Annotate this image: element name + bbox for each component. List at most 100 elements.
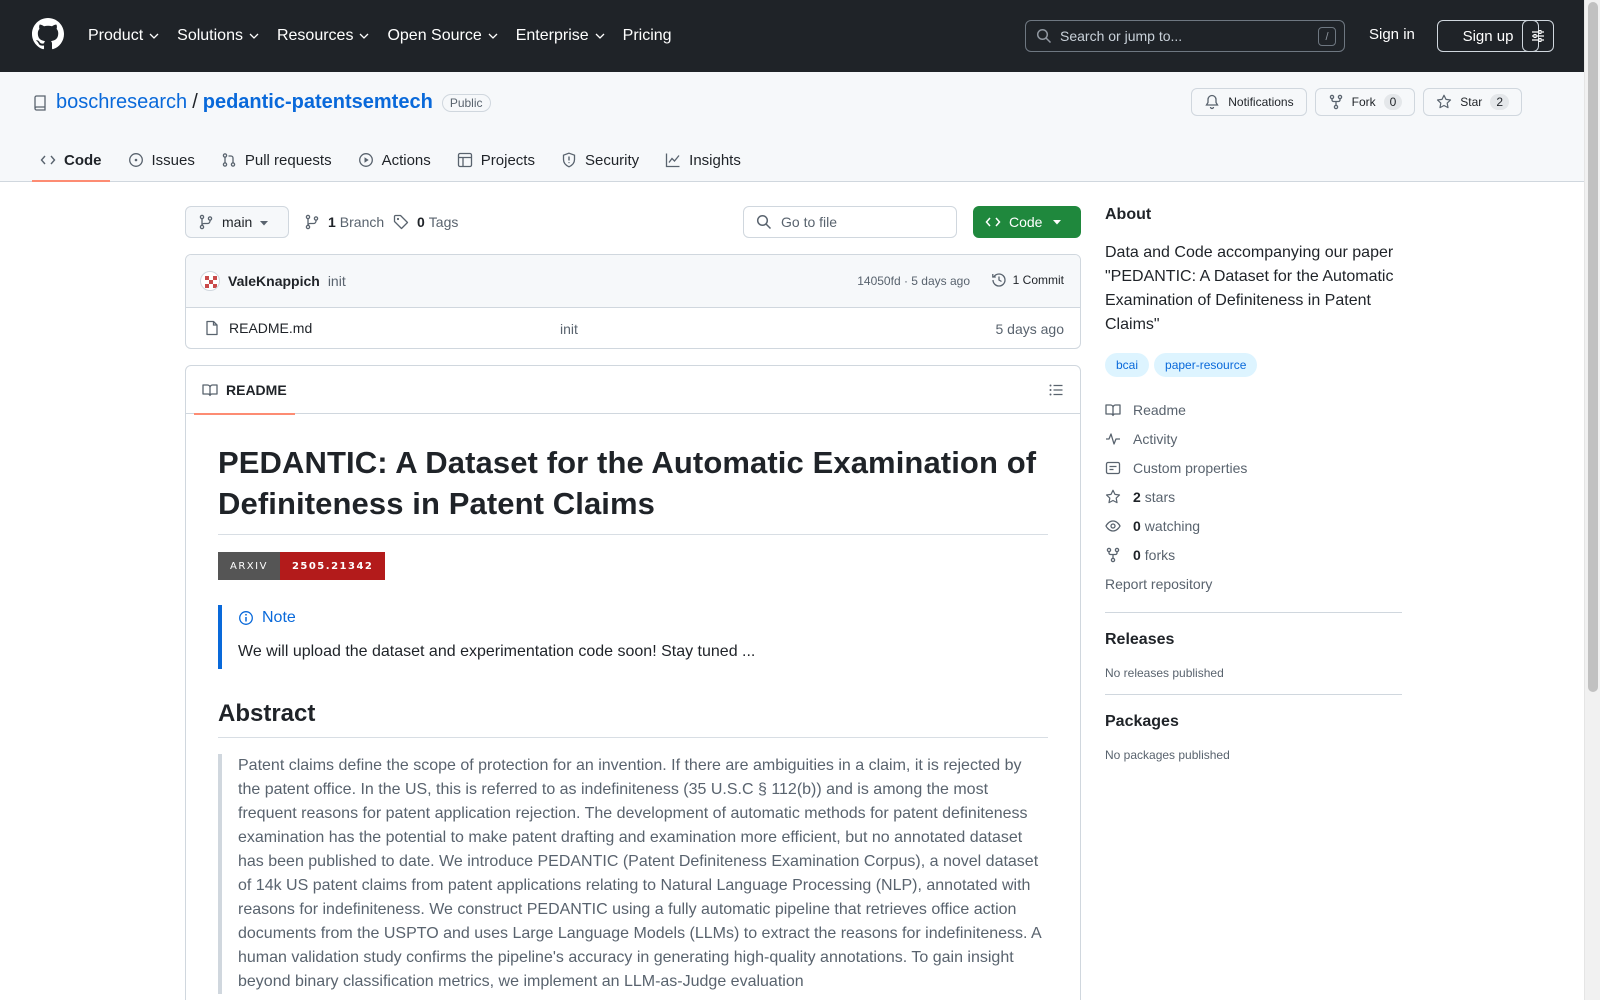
visibility-badge: Public bbox=[441, 93, 491, 112]
nav-pricing[interactable]: Pricing bbox=[623, 27, 672, 45]
search-input[interactable]: Search or jump to... / bbox=[1025, 20, 1345, 52]
nav-enterprise[interactable]: Enterprise bbox=[516, 27, 606, 45]
issue-icon bbox=[128, 153, 143, 167]
code-icon bbox=[40, 155, 56, 165]
packages-heading[interactable]: Packages bbox=[1105, 713, 1402, 731]
fork-icon bbox=[1329, 94, 1342, 110]
go-to-file-input[interactable]: Go to file bbox=[743, 206, 957, 238]
branches-label: Branch bbox=[339, 214, 385, 230]
top-nav: Product Solutions Resources Open Source … bbox=[88, 0, 689, 72]
list-unordered-icon[interactable] bbox=[1048, 382, 1064, 398]
readme-tab[interactable]: README bbox=[194, 366, 295, 415]
fork-button[interactable]: Fork 0 bbox=[1314, 88, 1416, 116]
code-button-label: Code bbox=[1009, 214, 1043, 230]
readme-header: README bbox=[186, 366, 1080, 415]
readme-panel: README PEDANTIC: A Dataset for the Autom… bbox=[185, 365, 1081, 1000]
tab-projects-label: Projects bbox=[480, 151, 535, 169]
notifications-button[interactable]: Notifications bbox=[1191, 88, 1307, 116]
readme-link[interactable]: Readme bbox=[1105, 395, 1402, 424]
watching-link[interactable]: 0 watching bbox=[1105, 511, 1402, 540]
search-shortcut-key: / bbox=[1318, 27, 1336, 46]
tags-link[interactable]: 0 Tags bbox=[393, 214, 458, 230]
nav-resources[interactable]: Resources bbox=[277, 27, 370, 45]
info-icon bbox=[239, 611, 253, 625]
chevron-down-icon bbox=[359, 33, 369, 39]
branch-select-button[interactable]: main bbox=[185, 206, 289, 238]
sliders-icon bbox=[1532, 30, 1544, 42]
tab-code[interactable]: Code bbox=[32, 141, 110, 182]
note-callout: Note We will upload the dataset and expe… bbox=[218, 605, 1048, 669]
file-row[interactable]: README.md init 5 days ago bbox=[186, 308, 1080, 348]
file-icon bbox=[206, 320, 218, 336]
tab-insights[interactable]: Insights bbox=[657, 141, 749, 179]
avatar[interactable] bbox=[200, 271, 220, 291]
breadcrumb: boschresearch / pedantic-patentsemtech P… bbox=[32, 91, 491, 114]
tab-projects[interactable]: Projects bbox=[449, 141, 543, 179]
readme-link-label: Readme bbox=[1133, 401, 1186, 418]
tab-security[interactable]: Security bbox=[553, 141, 647, 179]
readme-title: PEDANTIC: A Dataset for the Automatic Ex… bbox=[218, 442, 1048, 535]
topics: bcai paper-resource bbox=[1105, 353, 1402, 377]
repo-owner-link[interactable]: boschresearch bbox=[56, 91, 187, 114]
search-icon bbox=[756, 214, 772, 230]
nav-open-source[interactable]: Open Source bbox=[387, 27, 498, 45]
commit-message[interactable]: init bbox=[328, 273, 346, 289]
topic-tag[interactable]: paper-resource bbox=[1154, 353, 1258, 377]
tab-actions[interactable]: Actions bbox=[350, 141, 439, 179]
note-icon bbox=[1105, 461, 1121, 474]
commit-author[interactable]: ValeKnappich bbox=[228, 273, 320, 289]
releases-text: No releases published bbox=[1105, 666, 1224, 680]
search-placeholder: Search or jump to... bbox=[1060, 28, 1183, 44]
notifications-label: Notifications bbox=[1228, 95, 1294, 109]
tab-code-label: Code bbox=[64, 151, 102, 169]
triangle-down-icon bbox=[260, 221, 268, 226]
about-heading: About bbox=[1105, 206, 1152, 223]
table-icon bbox=[457, 152, 472, 168]
star-count: 2 bbox=[1490, 94, 1509, 110]
play-icon bbox=[358, 153, 373, 167]
history-icon bbox=[991, 273, 1006, 287]
nav-product[interactable]: Product bbox=[88, 27, 160, 45]
custom-properties-label: Custom properties bbox=[1133, 459, 1248, 476]
star-icon bbox=[1437, 94, 1452, 109]
search-icon bbox=[1036, 28, 1052, 44]
scrollbar-thumb[interactable] bbox=[1588, 2, 1598, 692]
branch-bar: main 1 Branch 0 Tags Go to file Code bbox=[185, 206, 1081, 238]
star-button[interactable]: Star 2 bbox=[1423, 88, 1522, 116]
custom-properties-link[interactable]: Custom properties bbox=[1105, 453, 1402, 482]
arxiv-badge-label: ARXIV bbox=[218, 552, 280, 580]
file-name[interactable]: README.md bbox=[229, 320, 312, 336]
note-title-label: Note bbox=[262, 609, 296, 626]
topic-tag[interactable]: bcai bbox=[1105, 353, 1150, 377]
commit-meta[interactable]: 14050fd · 5 days ago bbox=[857, 274, 970, 288]
file-commit-message[interactable]: init bbox=[560, 321, 578, 337]
github-logo-icon[interactable] bbox=[32, 18, 64, 50]
pull-request-icon bbox=[222, 153, 236, 167]
arxiv-badge[interactable]: ARXIV 2505.21342 bbox=[218, 552, 1048, 580]
activity-link[interactable]: Activity bbox=[1105, 424, 1402, 453]
fork-label: Fork bbox=[1351, 95, 1376, 109]
git-branch-icon bbox=[199, 214, 213, 230]
commits-link[interactable]: 1 Commit bbox=[991, 272, 1064, 288]
stars-link[interactable]: 2 stars bbox=[1105, 482, 1402, 511]
branches-link[interactable]: 1 Branch bbox=[304, 214, 384, 230]
code-dropdown-button[interactable]: Code bbox=[973, 206, 1081, 238]
scrollbar[interactable] bbox=[1584, 0, 1600, 1000]
note-text: We will upload the dataset and experimen… bbox=[238, 643, 756, 660]
releases-heading[interactable]: Releases bbox=[1105, 631, 1402, 649]
repo-name-link[interactable]: pedantic-patentsemtech bbox=[203, 91, 433, 114]
tab-issues[interactable]: Issues bbox=[120, 141, 203, 179]
tab-pull-requests-label: Pull requests bbox=[244, 151, 332, 169]
menu-button[interactable] bbox=[1522, 20, 1554, 52]
identicon-icon bbox=[205, 276, 217, 288]
abstract-heading: Abstract bbox=[218, 700, 1048, 738]
report-repository-link[interactable]: Report repository bbox=[1105, 569, 1402, 598]
tags-label: Tags bbox=[428, 214, 459, 230]
tab-pull-requests[interactable]: Pull requests bbox=[213, 141, 340, 179]
packages-section: Packages No packages published bbox=[1105, 694, 1402, 762]
nav-solutions[interactable]: Solutions bbox=[177, 27, 260, 45]
forks-link[interactable]: 0 forks bbox=[1105, 540, 1402, 569]
watching-label: watching bbox=[1144, 517, 1201, 534]
sign-in-link[interactable]: Sign in bbox=[1369, 26, 1415, 43]
releases-section: Releases No releases published bbox=[1105, 612, 1402, 680]
